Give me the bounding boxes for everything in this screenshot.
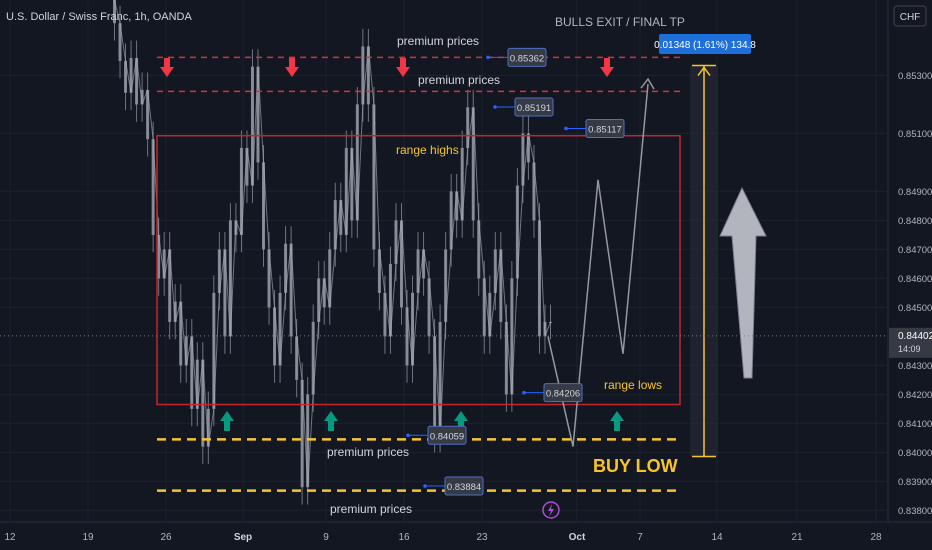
tag-pointer-dot bbox=[406, 433, 410, 438]
price-tick-label: 0.85300 bbox=[898, 71, 932, 82]
usdchf-chart[interactable]: 0.01348 (1.61%) 134.8 0.85362 0.85191 0.851… bbox=[0, 0, 932, 550]
premium-label-second: premium prices bbox=[418, 73, 500, 87]
premium-label-top: premium prices bbox=[397, 34, 479, 48]
price-tick-label: 0.83800 bbox=[898, 506, 932, 517]
time-tick-label: 19 bbox=[82, 532, 94, 543]
tag-pointer-dot bbox=[423, 484, 427, 488]
current-price-value: 0.84402 bbox=[898, 331, 932, 342]
time-tick-label: 23 bbox=[476, 532, 488, 543]
price-tick-label: 0.84300 bbox=[898, 361, 932, 372]
price-tag-label: 0.84206 bbox=[546, 389, 580, 400]
tag-pointer-dot bbox=[522, 390, 526, 395]
range-lows-label: range lows bbox=[604, 378, 662, 392]
price-tag-label: 0.83884 bbox=[447, 482, 481, 493]
time-tick-label: Oct bbox=[569, 532, 586, 543]
currency-button[interactable]: CHF bbox=[900, 12, 921, 23]
price-tick-label: 0.84200 bbox=[898, 390, 932, 401]
time-tick-label: 16 bbox=[398, 532, 410, 543]
price-tick-label: 0.84100 bbox=[898, 419, 932, 430]
premium-label-lower-1: premium prices bbox=[327, 445, 409, 459]
price-tick-label: 0.84700 bbox=[898, 245, 932, 256]
time-tick-label: 12 bbox=[4, 532, 16, 543]
price-tick-label: 0.84000 bbox=[898, 448, 932, 459]
time-tick-label: 14 bbox=[711, 532, 723, 543]
price-tag-label: 0.85362 bbox=[510, 53, 544, 64]
premium-label-lower-2: premium prices bbox=[330, 502, 412, 516]
tag-pointer-dot bbox=[486, 55, 490, 60]
time-tick-label: 7 bbox=[637, 532, 643, 543]
price-tick-label: 0.83900 bbox=[898, 477, 932, 488]
countdown-timer: 14:09 bbox=[898, 344, 921, 354]
range-highs-label: range highs bbox=[396, 143, 459, 157]
measure-label: 0.01348 (1.61%) 134.8 bbox=[654, 40, 756, 51]
tag-pointer-dot bbox=[564, 126, 568, 131]
price-tick-label: 0.85100 bbox=[898, 129, 932, 140]
exit-label: BULLS EXIT / FINAL TP bbox=[555, 15, 685, 29]
time-tick-label: 26 bbox=[160, 532, 172, 543]
time-tick-label: 9 bbox=[323, 532, 329, 543]
price-tick-label: 0.84800 bbox=[898, 216, 932, 227]
price-tick-label: 0.84500 bbox=[898, 303, 932, 314]
price-tag-label: 0.85191 bbox=[517, 103, 551, 114]
symbol-title[interactable]: U.S. Dollar / Swiss Franc, 1h, OANDA bbox=[6, 11, 192, 23]
price-tick-label: 0.84600 bbox=[898, 274, 932, 285]
time-tick-label: Sep bbox=[234, 532, 252, 543]
tag-pointer-dot bbox=[493, 105, 497, 109]
price-tag-label: 0.84059 bbox=[430, 431, 464, 442]
time-tick-label: 28 bbox=[870, 532, 882, 543]
price-tick-label: 0.84900 bbox=[898, 187, 932, 198]
time-tick-label: 21 bbox=[791, 532, 803, 543]
price-tag-label: 0.85117 bbox=[588, 124, 622, 135]
buy-low-label: BUY LOW bbox=[593, 456, 678, 476]
